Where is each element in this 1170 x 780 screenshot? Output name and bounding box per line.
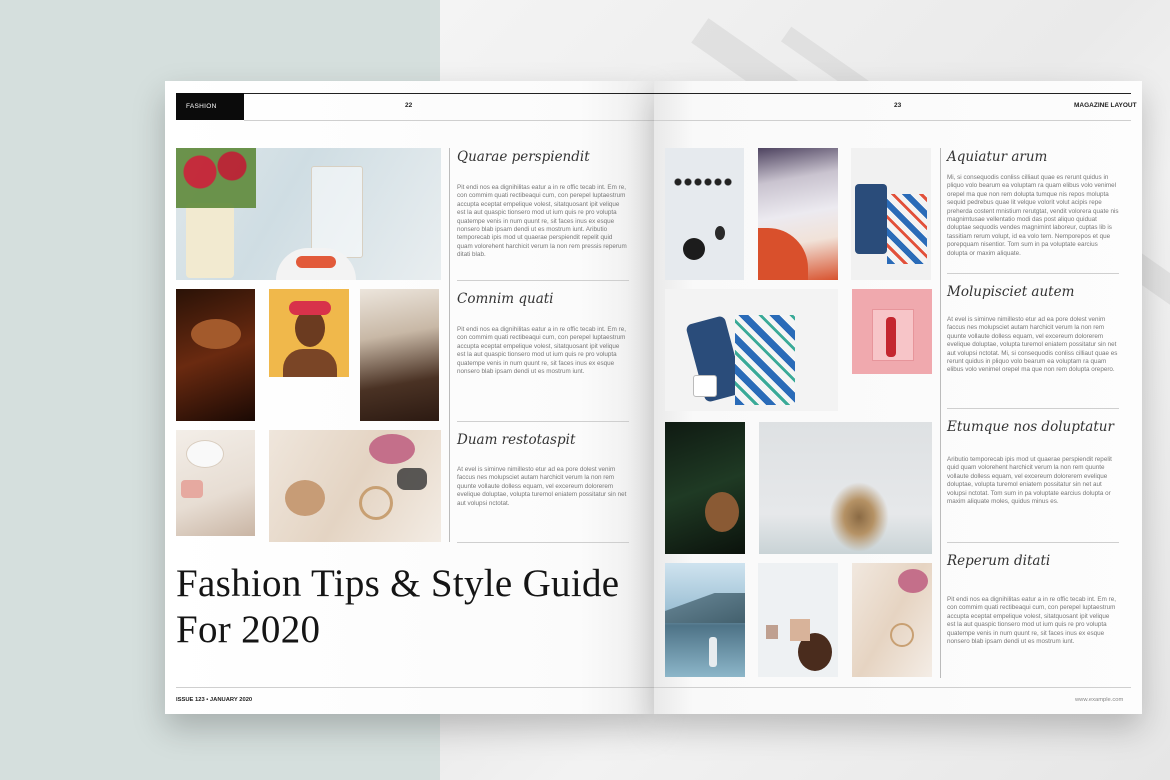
header-rule xyxy=(244,93,654,94)
article-rule xyxy=(457,280,629,281)
article-body: Pit endi nos ea dignihilitas eatur a in … xyxy=(947,596,1116,646)
photo-jeans-sweater-wide xyxy=(665,289,838,411)
photo-lake-mountains xyxy=(665,563,745,677)
article-rule xyxy=(947,542,1119,543)
photo-redhead-woman xyxy=(758,148,838,280)
photo-woman-hat-dark xyxy=(176,289,255,421)
article-rule xyxy=(947,273,1119,274)
article-rule xyxy=(947,408,1119,409)
article-body: Pit endi nos ea dignihilitas eatur a in … xyxy=(457,326,626,376)
article-heading: Comnim quati xyxy=(457,291,554,307)
column-divider xyxy=(940,148,941,678)
photo-accessories-flatlay xyxy=(176,430,255,536)
photo-flowers-perfume xyxy=(176,148,441,280)
right-page: 23 MAGAZINE LAYOUT Aquiatur arum Mi, si … xyxy=(654,81,1142,714)
photo-hair-clips xyxy=(360,289,439,421)
photo-jewelry-flatlay xyxy=(269,430,441,542)
header-rule-bottom xyxy=(654,120,1131,121)
photo-woman-hat-plants xyxy=(665,422,745,554)
website-footer: www.example.com xyxy=(1075,697,1124,703)
photo-woman-flower-crown xyxy=(269,289,349,377)
section-tag: FASHION xyxy=(176,93,244,120)
photo-portraits-collage xyxy=(758,563,838,677)
column-divider xyxy=(449,148,450,542)
article-heading: Duam restotaspit xyxy=(457,432,576,448)
title-line-1: Fashion Tips & Style Guide xyxy=(176,562,620,605)
article-heading: Etumque nos doluptatur xyxy=(947,419,1114,435)
header-rule xyxy=(654,93,1131,94)
article-heading: Aquiatur arum xyxy=(947,149,1048,165)
left-page: FASHION 22 Quarae perspiendit Pit endi n… xyxy=(165,81,654,714)
article-heading: Quarae perspiendit xyxy=(457,149,590,165)
page-number: 23 xyxy=(894,102,902,109)
article-body: Aributio temporecab ipis mod ut quaerae … xyxy=(947,456,1112,506)
photo-jewelry-flatlay-small xyxy=(852,563,932,677)
photo-bead-jewelry xyxy=(665,148,744,280)
article-body: At evel is siminve nimillesto etur ad ea… xyxy=(457,466,627,507)
article-rule xyxy=(457,421,629,422)
footer-rule xyxy=(654,687,1131,688)
page-number: 22 xyxy=(405,102,413,109)
issue-footer: ISSUE 123 • JANUARY 2020 xyxy=(176,697,253,703)
page-title: Fashion Tips & Style Guide For 2020 xyxy=(176,561,619,653)
header-rule-bottom xyxy=(244,120,654,121)
footer-rule xyxy=(176,687,654,688)
title-line-2: For 2020 xyxy=(176,608,321,651)
photo-pink-room xyxy=(852,289,932,374)
article-body: Pit endi nos ea dignihilitas eatur a in … xyxy=(457,184,627,259)
article-body: Mi, si consequodis conliss cilliaut quae… xyxy=(947,174,1119,257)
magazine-layout-label: MAGAZINE LAYOUT xyxy=(1074,102,1137,109)
article-rule xyxy=(457,542,629,543)
article-heading: Molupisciet autem xyxy=(947,284,1075,300)
article-body: At evel is siminve nimillesto etur ad ea… xyxy=(947,316,1118,374)
photo-windblown-hair xyxy=(759,422,932,554)
article-heading: Reperum ditati xyxy=(947,553,1051,569)
photo-jeans-sweater xyxy=(851,148,931,280)
